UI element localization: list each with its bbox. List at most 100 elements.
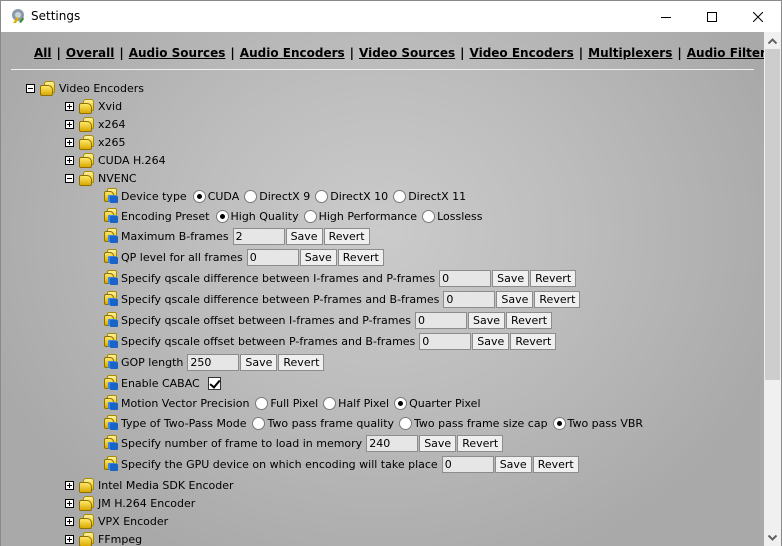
nav-link-audio-encoders[interactable]: Audio Encoders xyxy=(240,46,345,60)
setting-frames-in-memory: Specify number of frame to load in memor… xyxy=(102,434,504,452)
tree-node-label[interactable]: JM H.264 Encoder xyxy=(98,497,195,510)
setting-label: Specify qscale difference between P-fram… xyxy=(121,292,440,306)
expand-toggle[interactable] xyxy=(65,101,74,111)
frames-in-memory-input[interactable] xyxy=(366,434,419,452)
tree-node-label[interactable]: Intel Media SDK Encoder xyxy=(98,479,234,492)
revert-button[interactable]: Revert xyxy=(506,311,553,329)
expand-toggle[interactable] xyxy=(65,480,74,490)
setting-icon xyxy=(102,228,119,244)
radio-high-quality[interactable] xyxy=(215,209,229,223)
save-button[interactable]: Save xyxy=(496,290,534,308)
radio-half-pixel[interactable] xyxy=(323,396,337,410)
setting-icon xyxy=(102,249,119,265)
tree-node-label[interactable]: CUDA H.264 xyxy=(98,154,166,167)
expand-toggle[interactable] xyxy=(65,155,74,165)
chevron-up-icon xyxy=(768,37,777,44)
tree-node-label[interactable]: FFmpeg xyxy=(98,533,142,546)
save-button[interactable]: Save xyxy=(285,227,323,245)
tree-node-label[interactable]: NVENC xyxy=(98,172,137,185)
window-title: Settings xyxy=(31,9,81,23)
expand-toggle[interactable] xyxy=(65,498,74,508)
tree-node-label[interactable]: Video Encoders xyxy=(59,82,144,95)
nav-separator: | xyxy=(578,46,584,60)
setting-gop-length: GOP length Save Revert xyxy=(102,353,325,371)
expand-toggle[interactable] xyxy=(65,119,74,129)
save-button[interactable]: Save xyxy=(299,248,337,266)
close-button[interactable] xyxy=(735,1,781,32)
radio-directx10[interactable] xyxy=(315,189,329,203)
enable-cabac-checkbox[interactable] xyxy=(207,376,221,390)
nav-link-video-sources[interactable]: Video Sources xyxy=(359,46,455,60)
nav-link-all[interactable]: All xyxy=(34,46,52,60)
setting-qp-level: QP level for all frames Save Revert xyxy=(102,248,384,266)
revert-button[interactable]: Revert xyxy=(530,269,577,287)
radio-lossless[interactable] xyxy=(422,209,436,223)
qp-level-input[interactable] xyxy=(246,248,299,266)
max-bframes-input[interactable] xyxy=(232,227,285,245)
setting-icon xyxy=(102,435,119,451)
nav-link-overall[interactable]: Overall xyxy=(66,46,114,60)
revert-button[interactable]: Revert xyxy=(337,248,384,266)
radio-high-performance[interactable] xyxy=(303,209,317,223)
qscale-off-pb-input[interactable] xyxy=(419,332,472,350)
save-button[interactable]: Save xyxy=(419,434,457,452)
radio-two-pass-frame-size-cap[interactable] xyxy=(399,416,413,430)
nav-link-audio-filters[interactable]: Audio Filters xyxy=(687,46,764,60)
scroll-thumb[interactable] xyxy=(765,49,780,380)
tree-node-label[interactable]: x264 xyxy=(98,118,126,131)
revert-button[interactable]: Revert xyxy=(532,455,579,473)
radio-label: Half Pixel xyxy=(338,396,390,410)
save-button[interactable]: Save xyxy=(492,269,530,287)
scroll-down-button[interactable] xyxy=(764,529,781,546)
setting-cabac: Enable CABAC xyxy=(102,374,221,392)
revert-button[interactable]: Revert xyxy=(457,434,504,452)
tree-node-label[interactable]: VPX Encoder xyxy=(98,515,168,528)
qscale-off-ip-input[interactable] xyxy=(415,311,467,329)
expand-toggle[interactable] xyxy=(65,137,74,147)
tree-node-video-encoders: Video Encoders xyxy=(26,79,144,97)
nav-link-audio-sources[interactable]: Audio Sources xyxy=(129,46,226,60)
revert-button[interactable]: Revert xyxy=(323,227,370,245)
setting-label: Type of Two-Pass Mode xyxy=(121,416,247,430)
radio-quarter-pixel[interactable] xyxy=(394,396,408,410)
radio-cuda[interactable] xyxy=(192,189,206,203)
radio-directx9[interactable] xyxy=(244,189,258,203)
setting-icon xyxy=(102,333,119,349)
maximize-button[interactable] xyxy=(689,1,735,32)
qscale-diff-ip-input[interactable] xyxy=(439,269,492,287)
expand-toggle[interactable] xyxy=(65,534,74,544)
nav-separator: | xyxy=(56,46,61,60)
radio-label: CUDA xyxy=(207,189,240,203)
gop-length-input[interactable] xyxy=(187,353,240,371)
revert-button[interactable]: Revert xyxy=(534,290,581,308)
setting-label: Specify number of frame to load in memor… xyxy=(121,436,363,450)
qscale-diff-pb-input[interactable] xyxy=(443,290,496,308)
save-button[interactable]: Save xyxy=(472,332,510,350)
radio-label: DirectX 10 xyxy=(330,189,389,203)
radio-label: High Quality xyxy=(230,209,299,223)
gpu-device-input[interactable] xyxy=(441,455,494,473)
collapse-toggle[interactable] xyxy=(26,83,35,93)
nav-link-multiplexers[interactable]: Multiplexers xyxy=(588,46,672,60)
scroll-up-button[interactable] xyxy=(764,32,781,49)
expand-toggle[interactable] xyxy=(65,516,74,526)
radio-directx11[interactable] xyxy=(393,189,407,203)
revert-button[interactable]: Revert xyxy=(278,353,325,371)
radio-two-pass-vbr[interactable] xyxy=(552,416,566,430)
setting-label: Specify the GPU device on which encoding… xyxy=(121,457,438,471)
radio-full-pixel[interactable] xyxy=(255,396,269,410)
revert-button[interactable]: Revert xyxy=(510,332,557,350)
save-button[interactable]: Save xyxy=(494,455,532,473)
save-button[interactable]: Save xyxy=(240,353,278,371)
tree-node-label[interactable]: Xvid xyxy=(98,100,122,113)
tree-node-x265: x265 xyxy=(65,133,126,151)
vertical-scrollbar[interactable] xyxy=(764,32,781,546)
tree-node-label[interactable]: x265 xyxy=(98,136,126,149)
minimize-button[interactable] xyxy=(643,1,689,32)
setting-encoding-preset: Encoding Preset High Quality High Perfor… xyxy=(102,207,486,225)
nav-link-video-encoders[interactable]: Video Encoders xyxy=(470,46,574,60)
radio-two-pass-frame-quality[interactable] xyxy=(252,416,266,430)
save-button[interactable]: Save xyxy=(468,311,506,329)
collapse-toggle[interactable] xyxy=(65,173,74,183)
setting-icon xyxy=(102,291,119,307)
